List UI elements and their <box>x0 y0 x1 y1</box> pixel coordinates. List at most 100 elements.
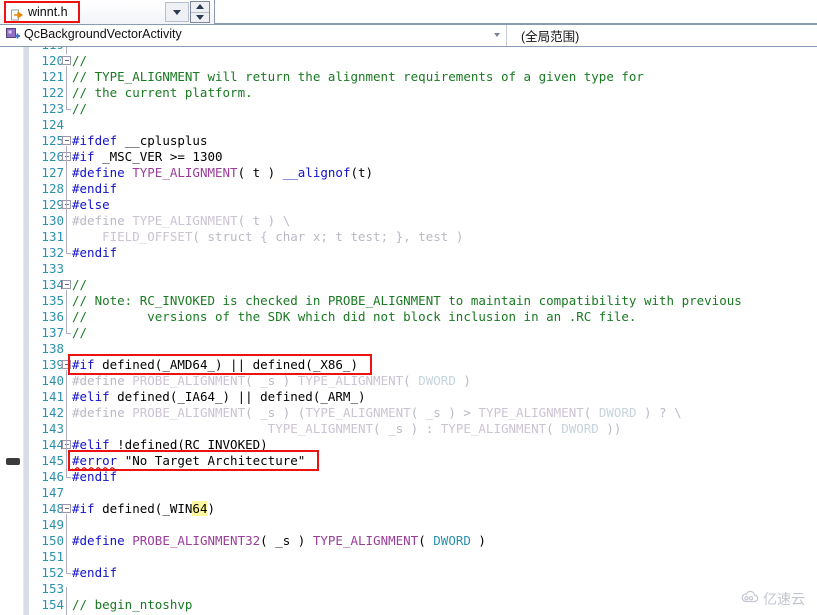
line-number: 130 <box>41 213 64 228</box>
code-token: ) <box>207 501 216 516</box>
code-token: "No Target Architecture" <box>124 453 306 468</box>
code-token: FIELD_OFFSET <box>72 229 193 244</box>
code-token: // begin_ntoshvp <box>72 597 193 612</box>
code-token: #endif <box>72 181 118 196</box>
code-line[interactable]: // Note: RC_INVOKED is checked in PROBE_… <box>72 293 742 309</box>
tab-list-dropdown-button[interactable] <box>165 2 189 22</box>
code-token: PROBE_ALIGNMENT32 <box>132 533 261 548</box>
code-line[interactable]: #endif <box>72 245 117 261</box>
spinner-up-button[interactable] <box>191 2 209 13</box>
line-number: 132 <box>41 245 64 260</box>
line-number: 135 <box>41 293 64 308</box>
code-line[interactable]: // <box>72 277 87 293</box>
code-token: ( t ) <box>237 165 283 180</box>
chevron-up-icon <box>196 4 204 10</box>
code-token: #elif <box>72 437 118 452</box>
code-token: #endif <box>72 245 118 260</box>
code-token: TYPE_ALIGNMENT <box>132 213 238 228</box>
code-line[interactable]: // <box>72 53 87 69</box>
code-token: #if <box>72 501 103 516</box>
code-line[interactable]: #if _MSC_VER >= 1300 <box>72 149 223 165</box>
line-number: 123 <box>41 101 64 116</box>
code-token: ( <box>403 373 419 388</box>
code-line[interactable]: #else <box>72 197 110 213</box>
code-token: ( struct { char x; t test; }, test ) <box>192 229 464 244</box>
code-lines-container[interactable]: 119120//121// TYPE_ALIGNMENT will return… <box>0 47 817 615</box>
cloud-icon <box>740 590 760 609</box>
code-line[interactable]: #define TYPE_ALIGNMENT( t ) \ <box>72 213 290 229</box>
code-token: TYPE_ALIGNMENT <box>312 533 419 548</box>
code-token: ) <box>455 373 471 388</box>
code-line[interactable]: // TYPE_ALIGNMENT will return the alignm… <box>72 69 644 85</box>
tab-winnt-h[interactable]: winnt.h <box>4 1 80 23</box>
code-token: PROBE_ALIGNMENT <box>132 373 246 388</box>
line-number: 150 <box>41 533 64 548</box>
code-line[interactable]: // begin_ntoshvp <box>72 597 192 613</box>
code-token: TYPE_ALIGNMENT <box>297 373 404 388</box>
code-token: _MSC_VER >= 1300 <box>102 149 223 164</box>
code-token: ( <box>583 405 599 420</box>
code-token: ( <box>546 421 562 436</box>
code-token: #define <box>72 533 133 548</box>
code-line[interactable]: #ifdef __cplusplus <box>72 133 207 149</box>
code-line[interactable]: #define PROBE_ALIGNMENT( _s ) (TYPE_ALIG… <box>72 405 682 421</box>
code-line[interactable]: #define PROBE_ALIGNMENT32( _s ) TYPE_ALI… <box>72 533 486 549</box>
code-token: ( _s ) ( <box>245 405 306 420</box>
code-line[interactable]: #elif !defined(RC_INVOKED) <box>72 437 268 453</box>
line-number: 121 <box>41 69 64 84</box>
code-token: TYPE_ALIGNMENT <box>132 165 238 180</box>
code-token: #if <box>72 149 103 164</box>
spinner-down-button[interactable] <box>191 13 209 23</box>
member-selector-dropdown[interactable]: (全局范围) <box>507 25 817 46</box>
code-editor[interactable]: 119120//121// TYPE_ALIGNMENT will return… <box>0 47 817 615</box>
code-line[interactable]: // versions of the SDK which did not blo… <box>72 309 636 325</box>
class-member-icon <box>6 28 20 42</box>
line-number: 154 <box>41 597 64 612</box>
code-line[interactable]: #if defined(_AMD64_) || defined(_X86_) <box>72 357 358 373</box>
code-line[interactable]: #endif <box>72 181 117 197</box>
line-number: 148 <box>41 501 64 516</box>
class-selector-dropdown[interactable]: QcBackgroundVectorActivity <box>0 25 507 46</box>
code-token: ( <box>418 533 434 548</box>
code-token: TYPE_ALIGNMENT <box>305 405 411 420</box>
code-token: DWORD <box>598 405 637 420</box>
code-line[interactable]: #endif <box>72 469 117 485</box>
code-line[interactable]: #define TYPE_ALIGNMENT( t ) __alignof(t) <box>72 165 373 181</box>
code-line[interactable]: #if defined(_WIN64) <box>72 501 215 517</box>
code-token: TYPE_ALIGNMENT <box>440 421 547 436</box>
code-line[interactable]: #error "No Target Architecture" <box>72 453 305 469</box>
line-number: 137 <box>41 325 64 340</box>
code-line[interactable]: #endif <box>72 565 117 581</box>
line-number: 141 <box>41 389 64 404</box>
code-token: )) <box>598 421 622 436</box>
code-line[interactable]: #elif defined(_IA64_) || defined(_ARM_) <box>72 389 366 405</box>
code-token: #error <box>72 453 118 468</box>
code-line[interactable]: FIELD_OFFSET( struct { char x; t test; }… <box>72 229 463 245</box>
code-token: DWORD <box>418 373 456 388</box>
code-line[interactable]: // the current platform. <box>72 85 253 101</box>
code-token: #define <box>72 405 133 420</box>
code-line[interactable]: // <box>72 325 87 341</box>
code-token: PROBE_ALIGNMENT <box>132 405 246 420</box>
code-line[interactable]: TYPE_ALIGNMENT( _s ) : TYPE_ALIGNMENT( D… <box>72 421 622 437</box>
line-number: 139 <box>41 357 64 372</box>
line-number: 151 <box>41 549 64 564</box>
code-token: (t) <box>350 165 374 180</box>
code-token: #if <box>72 357 103 372</box>
line-number: 134 <box>41 277 64 292</box>
code-token: #endif <box>72 469 118 484</box>
code-token: ( _s ) : <box>373 421 441 436</box>
line-number: 133 <box>41 261 64 276</box>
line-number: 124 <box>41 117 64 132</box>
code-token: #define <box>72 165 133 180</box>
code-line[interactable]: // <box>72 101 87 117</box>
line-number: 128 <box>41 181 64 196</box>
document-arrow-icon <box>11 8 23 21</box>
code-token: #define <box>72 213 133 228</box>
tab-bar-empty-area <box>214 0 817 24</box>
line-number: 153 <box>41 581 64 596</box>
code-line[interactable]: #define PROBE_ALIGNMENT( _s ) TYPE_ALIGN… <box>72 373 471 389</box>
line-number: 149 <box>41 517 64 532</box>
tab-scroll-spinner[interactable] <box>190 1 210 23</box>
code-token: // Note: RC_INVOKED is checked in PROBE_… <box>72 293 742 308</box>
